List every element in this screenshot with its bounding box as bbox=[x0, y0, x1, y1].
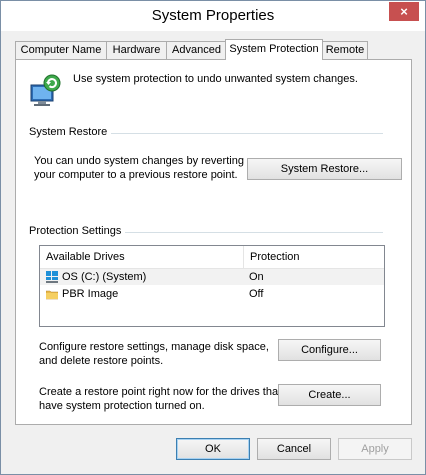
tab-panel bbox=[15, 59, 412, 425]
tab-computer-name[interactable]: Computer Name bbox=[15, 41, 107, 59]
system-restore-button[interactable]: System Restore... bbox=[247, 158, 402, 180]
tab-advanced[interactable]: Advanced bbox=[166, 41, 227, 59]
system-restore-text-line1: You can undo system changes by reverting bbox=[34, 155, 244, 167]
configure-text-line2: and delete restore points. bbox=[39, 355, 164, 367]
tab-system-protection[interactable]: System Protection bbox=[225, 39, 323, 60]
configure-text-line1: Configure restore settings, manage disk … bbox=[39, 341, 269, 353]
tab-hardware[interactable]: Hardware bbox=[106, 41, 167, 59]
configure-text: Configure restore settings, manage disk … bbox=[39, 340, 269, 368]
folder-drive-icon bbox=[46, 290, 58, 300]
close-icon: × bbox=[400, 4, 408, 19]
protection-settings-label: Protection Settings bbox=[29, 225, 126, 237]
drives-list[interactable]: Available Drives Protection OS (C:) (Sys… bbox=[39, 245, 385, 327]
drive-protection-status: Off bbox=[249, 288, 264, 300]
drives-list-header: Available Drives Protection bbox=[40, 246, 384, 269]
column-available-drives[interactable]: Available Drives bbox=[40, 246, 243, 268]
system-restore-label: System Restore bbox=[29, 126, 112, 138]
description-text: Use system protection to undo unwanted s… bbox=[73, 73, 358, 85]
title-bar[interactable]: System Properties × bbox=[1, 1, 425, 31]
cancel-button[interactable]: Cancel bbox=[257, 438, 331, 460]
drive-row[interactable]: OS (C:) (System) On bbox=[40, 269, 384, 285]
windows-drive-icon bbox=[46, 271, 58, 283]
drive-protection-status: On bbox=[249, 271, 264, 283]
system-restore-text: You can undo system changes by reverting… bbox=[34, 154, 244, 182]
tab-remote[interactable]: Remote bbox=[322, 41, 368, 59]
apply-button[interactable]: Apply bbox=[338, 438, 412, 460]
system-protection-icon bbox=[30, 74, 61, 106]
drive-name: OS (C:) (System) bbox=[62, 271, 147, 283]
close-button[interactable]: × bbox=[389, 2, 419, 21]
configure-button[interactable]: Configure... bbox=[278, 339, 381, 361]
column-protection[interactable]: Protection bbox=[244, 246, 384, 268]
drive-row[interactable]: PBR Image Off bbox=[40, 286, 384, 302]
ok-button[interactable]: OK bbox=[176, 438, 250, 460]
window-title: System Properties bbox=[151, 7, 275, 24]
system-properties-window: System Properties × Computer Name Hardwa… bbox=[0, 0, 426, 475]
create-text: Create a restore point right now for the… bbox=[39, 385, 281, 413]
system-restore-text-line2: your computer to a previous restore poin… bbox=[34, 169, 238, 181]
drive-name: PBR Image bbox=[62, 288, 119, 300]
create-text-line2: have system protection turned on. bbox=[39, 400, 205, 412]
create-text-line1: Create a restore point right now for the… bbox=[39, 386, 282, 398]
create-button[interactable]: Create... bbox=[278, 384, 381, 406]
